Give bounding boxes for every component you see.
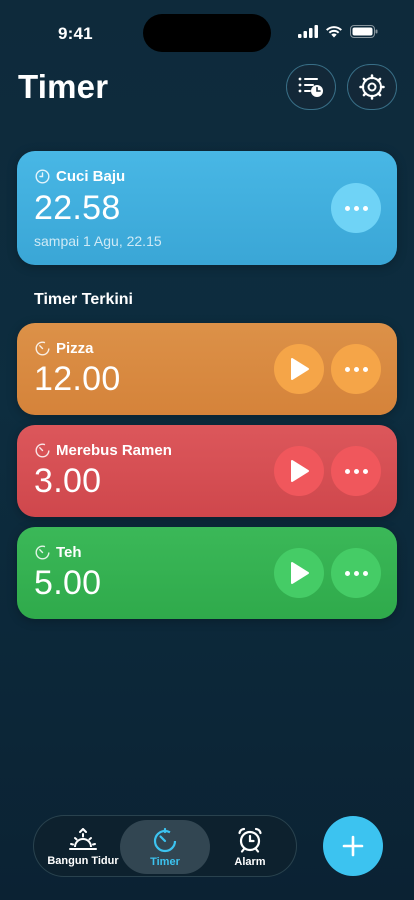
page-title: Timer <box>18 68 109 105</box>
active-timer-label-row: Cuci Baju <box>35 168 125 185</box>
settings-button[interactable] <box>347 64 397 110</box>
recent-timer-label-row: Merebus Ramen <box>35 442 172 459</box>
start-timer-button[interactable] <box>274 344 324 394</box>
list-clock-icon <box>298 77 323 97</box>
recent-timer-value: 12.00 <box>34 360 121 398</box>
sunrise-icon <box>69 827 97 850</box>
recent-timer-label-row: Pizza <box>35 340 94 357</box>
status-bar: 9:41 <box>0 0 414 60</box>
tab-label: Bangun Tidur <box>47 854 119 867</box>
cellular-signal-icon <box>298 25 318 38</box>
more-icon <box>344 570 368 576</box>
recent-timer-value: 3.00 <box>34 462 102 500</box>
gear-icon <box>359 74 385 100</box>
recent-list-button[interactable] <box>286 64 336 110</box>
recent-section-title: Timer Terkini <box>34 291 133 308</box>
active-timer-card[interactable]: Cuci Baju 22.58 sampai 1 Agu, 22.15 <box>17 151 397 265</box>
clock-icon <box>35 169 50 184</box>
active-timer-label: Cuci Baju <box>56 168 126 185</box>
tab-timer[interactable]: Timer <box>120 820 210 874</box>
timer-icon <box>35 443 50 458</box>
recent-timer-card[interactable]: Teh 5.00 <box>17 527 397 619</box>
plus-icon <box>342 835 364 857</box>
battery-icon <box>350 25 378 38</box>
active-timer-value: 22.58 <box>34 189 121 227</box>
recent-timer-label: Pizza <box>56 340 94 357</box>
play-icon <box>291 358 309 380</box>
start-timer-button[interactable] <box>274 548 324 598</box>
active-timer-more-button[interactable] <box>331 183 381 233</box>
timer-icon <box>153 827 177 852</box>
play-icon <box>291 460 309 482</box>
timer-icon <box>35 341 50 356</box>
more-icon <box>344 205 368 211</box>
recent-timer-more-button[interactable] <box>331 344 381 394</box>
recent-timer-more-button[interactable] <box>331 548 381 598</box>
recent-timer-label: Teh <box>56 544 82 561</box>
recent-timer-card[interactable]: Pizza 12.00 <box>17 323 397 415</box>
tab-bar: Bangun Tidur Timer Alarm <box>33 815 297 877</box>
add-timer-button[interactable] <box>323 816 383 876</box>
active-timer-until: sampai 1 Agu, 22.15 <box>34 233 162 249</box>
status-time: 9:41 <box>58 24 93 43</box>
more-icon <box>344 468 368 474</box>
wifi-icon <box>326 26 342 38</box>
play-icon <box>291 562 309 584</box>
tab-alarm[interactable]: Alarm <box>210 820 290 874</box>
recent-timer-more-button[interactable] <box>331 446 381 496</box>
more-icon <box>344 366 368 372</box>
start-timer-button[interactable] <box>274 446 324 496</box>
timer-icon <box>35 545 50 560</box>
recent-timer-value: 5.00 <box>34 564 102 602</box>
tab-bangun-tidur[interactable]: Bangun Tidur <box>42 820 124 874</box>
status-icons <box>298 25 378 38</box>
tab-label: Timer <box>150 855 180 868</box>
recent-timer-label-row: Teh <box>35 544 82 561</box>
recent-timer-card[interactable]: Merebus Ramen 3.00 <box>17 425 397 517</box>
dynamic-island <box>143 14 271 52</box>
alarm-clock-icon <box>238 827 262 853</box>
tab-label: Alarm <box>234 855 266 868</box>
recent-timer-label: Merebus Ramen <box>56 442 172 459</box>
